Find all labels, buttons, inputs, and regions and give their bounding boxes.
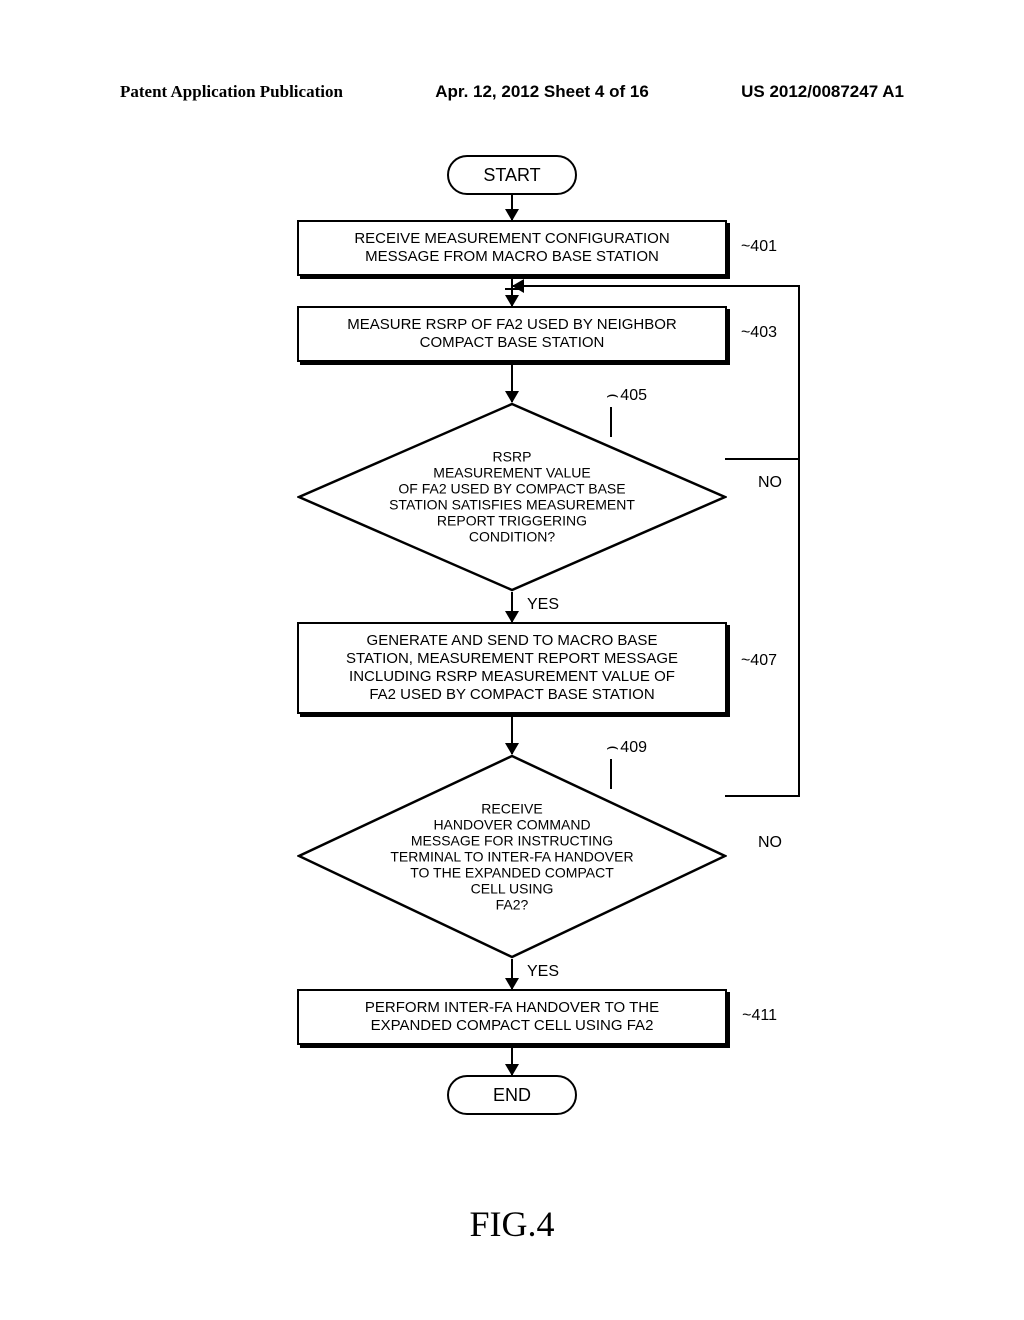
header-left: Patent Application Publication — [120, 82, 343, 102]
connector — [725, 795, 800, 797]
process-403-text: MEASURE RSRP OF FA2 USED BY NEIGHBOR COM… — [347, 316, 677, 351]
yes-label-1: YES — [527, 596, 559, 614]
end-terminal: END — [447, 1075, 577, 1115]
label-405-connector: ⌢ — [606, 384, 619, 407]
process-407-text: GENERATE AND SEND TO MACRO BASE STATION,… — [346, 632, 678, 703]
arrow — [511, 362, 513, 402]
decision-405-text: RSRP MEASUREMENT VALUE OF FA2 USED BY CO… — [337, 449, 687, 546]
yes-label-2: YES — [527, 963, 559, 981]
decision-409: RECEIVE HANDOVER COMMAND MESSAGE FOR INS… — [297, 754, 727, 959]
process-401-text: RECEIVE MEASUREMENT CONFIGURATION MESSAG… — [354, 230, 669, 265]
label-407: ~407 — [741, 652, 777, 670]
connector — [725, 458, 800, 460]
connector — [610, 407, 612, 437]
process-407: GENERATE AND SEND TO MACRO BASE STATION,… — [297, 622, 727, 714]
arrow — [511, 1045, 513, 1075]
figure-label: FIG.4 — [469, 1203, 554, 1245]
process-403: MEASURE RSRP OF FA2 USED BY NEIGHBOR COM… — [297, 306, 727, 362]
header-center: Apr. 12, 2012 Sheet 4 of 16 — [435, 82, 649, 102]
no-label-2: NO — [758, 834, 782, 852]
arrow — [511, 714, 513, 754]
arrow — [511, 959, 513, 989]
process-411: PERFORM INTER-FA HANDOVER TO THE EXPANDE… — [297, 989, 727, 1045]
process-401: RECEIVE MEASUREMENT CONFIGURATION MESSAG… — [297, 220, 727, 276]
label-409-connector: ⌢ — [606, 736, 619, 759]
arrow — [511, 592, 513, 622]
process-411-text: PERFORM INTER-FA HANDOVER TO THE EXPANDE… — [365, 999, 659, 1034]
arrow — [511, 195, 513, 220]
connector — [798, 458, 800, 797]
label-405: 405 — [620, 387, 647, 405]
decision-405: RSRP MEASUREMENT VALUE OF FA2 USED BY CO… — [297, 402, 727, 592]
connector — [798, 285, 800, 460]
decision-409-text: RECEIVE HANDOVER COMMAND MESSAGE FOR INS… — [337, 800, 687, 913]
label-401: ~401 — [741, 238, 777, 256]
header-right: US 2012/0087247 A1 — [741, 82, 904, 102]
no-label-1: NO — [758, 474, 782, 492]
label-409: 409 — [620, 739, 647, 757]
start-terminal: START — [447, 155, 577, 195]
connector — [610, 759, 612, 789]
flowchart-diagram: START RECEIVE MEASUREMENT CONFIGURATION … — [192, 155, 832, 1115]
connector — [513, 285, 800, 287]
label-411: ~411 — [742, 1007, 777, 1025]
label-403: ~403 — [741, 324, 777, 342]
